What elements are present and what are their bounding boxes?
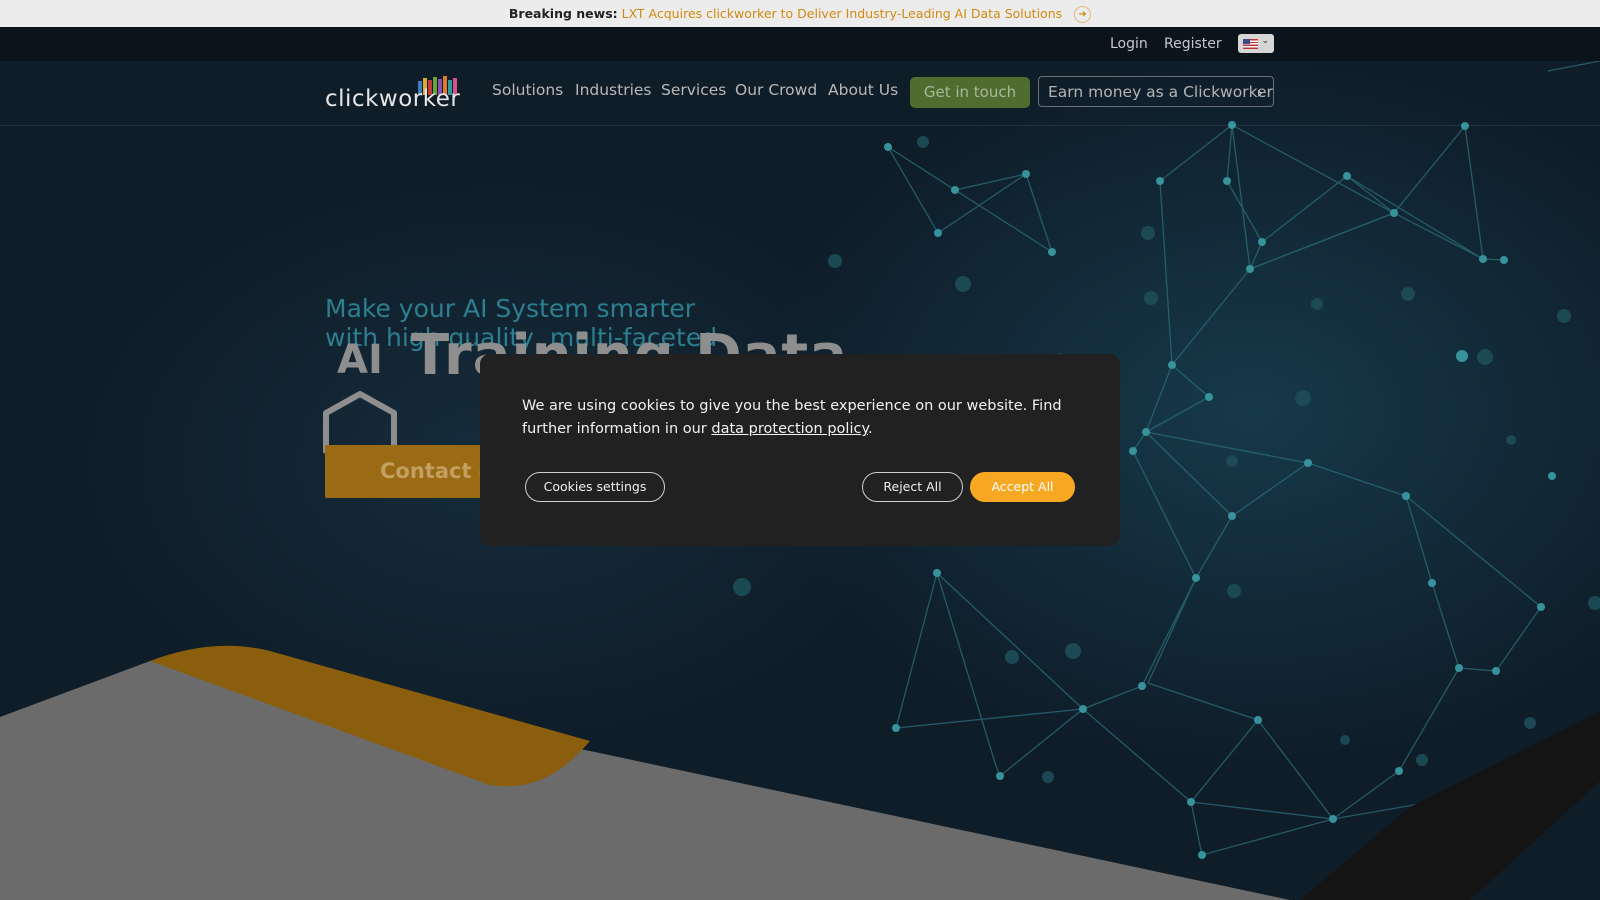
news-label: Breaking news: [508, 6, 618, 21]
main-navigation: clickworker Solutions Industries Service… [0, 61, 1600, 126]
cookies-settings-button[interactable]: Cookies settings [525, 472, 665, 502]
earn-money-label: Earn money as a Clickworker [1048, 83, 1273, 101]
chevron-down-icon: ⌄ [1261, 36, 1269, 46]
register-link[interactable]: Register [1164, 27, 1222, 61]
cookie-message-end: . [867, 421, 873, 437]
clickworker-logo[interactable]: clickworker [325, 75, 461, 112]
logo-text: clickworker [325, 86, 461, 112]
page: Breaking news: LXT Acquires clickworker … [0, 0, 1600, 900]
login-link[interactable]: Login [1110, 27, 1148, 61]
ai-badge-text: AI [337, 337, 383, 383]
arrow-right-icon[interactable]: ➜ [1074, 6, 1092, 23]
news-link[interactable]: LXT Acquires clickworker to Deliver Indu… [622, 6, 1063, 21]
earn-money-button[interactable]: Earn money as a Clickworker › [1038, 76, 1274, 107]
language-selector[interactable]: ⌄ [1238, 34, 1274, 53]
nav-services[interactable]: Services [661, 81, 726, 99]
get-in-touch-button[interactable]: Get in touch [910, 77, 1030, 108]
cookie-message: We are using cookies to give you the bes… [522, 395, 1062, 441]
us-flag-icon [1243, 39, 1258, 49]
chevron-right-icon: › [1256, 83, 1263, 102]
breaking-news-bar: Breaking news: LXT Acquires clickworker … [0, 0, 1600, 27]
data-protection-policy-link[interactable]: data protection policy [711, 421, 868, 437]
accept-all-button[interactable]: Accept All [970, 472, 1075, 502]
nav-our-crowd[interactable]: Our Crowd [735, 81, 817, 99]
nav-industries[interactable]: Industries [575, 81, 652, 99]
utility-bar: Login Register ⌄ [0, 27, 1600, 61]
hero-subtitle-line-1: Make your AI System smarter [325, 294, 695, 323]
nav-solutions[interactable]: Solutions [492, 81, 563, 99]
nav-about-us[interactable]: About Us [828, 81, 898, 99]
reject-all-button[interactable]: Reject All [862, 472, 963, 502]
cookie-consent-dialog: We are using cookies to give you the bes… [480, 354, 1120, 546]
